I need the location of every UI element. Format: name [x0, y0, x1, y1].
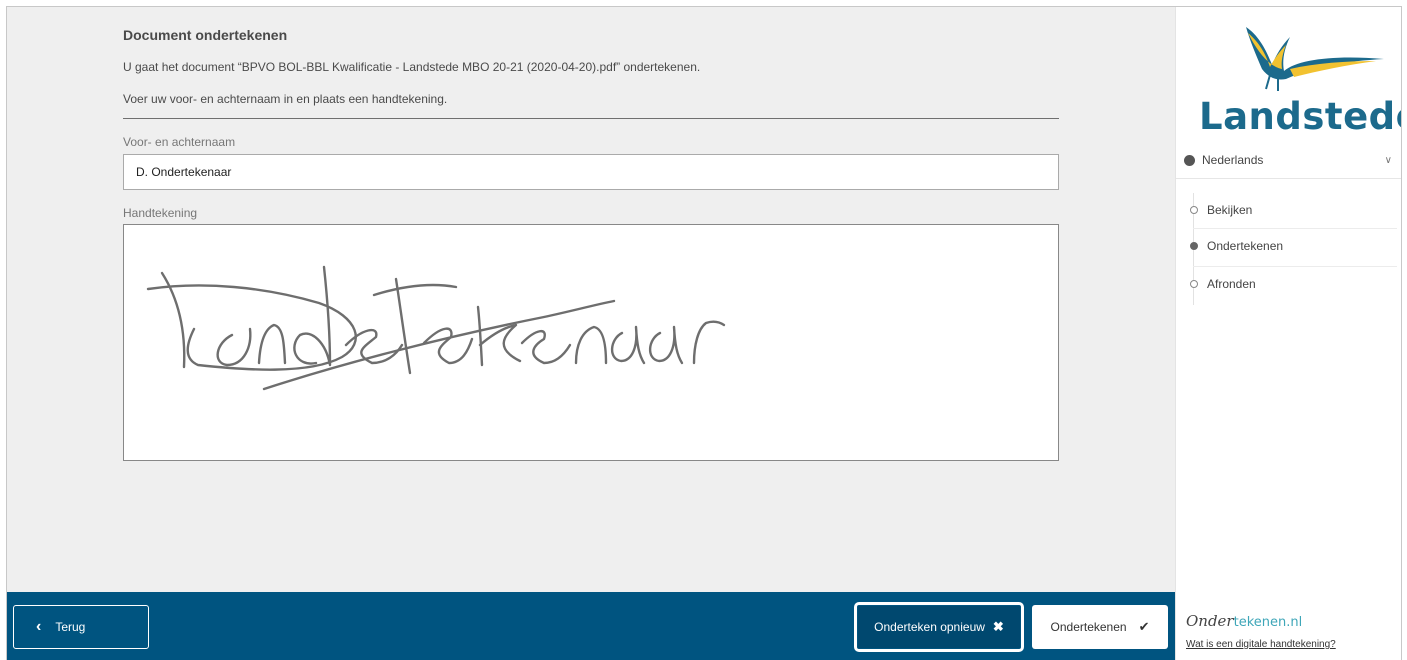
signature-label: Handtekening [123, 206, 198, 220]
brand-dark-text: Onder [1186, 612, 1234, 630]
step-indicator-icon [1190, 280, 1198, 288]
back-button-label: Terug [55, 620, 86, 634]
step-divider [1193, 228, 1397, 229]
instruction-text: Voer uw voor- en achternaam in en plaats… [123, 92, 448, 106]
step-label: Afronden [1207, 277, 1256, 291]
step-label: Ondertekenen [1207, 239, 1284, 253]
signature-drawing [146, 265, 726, 391]
language-selector[interactable]: Nederlands ∨ [1184, 145, 1396, 175]
back-button[interactable]: ‹ Terug [13, 605, 149, 649]
sign-button[interactable]: Ondertekenen ✔ [1032, 605, 1168, 649]
step-indicator-icon [1190, 206, 1198, 214]
chevron-down-icon: ∨ [1384, 154, 1392, 166]
name-label: Voor- en achternaam [123, 135, 236, 149]
step-sign: Ondertekenen [1190, 239, 1283, 253]
ondertekenen-brand-logo: Ondertekenen.nl [1186, 612, 1302, 630]
main-panel: Document ondertekenen U gaat het documen… [7, 7, 1175, 592]
document-description: U gaat het document “BPVO BOL-BBL Kwalif… [123, 60, 701, 74]
close-icon: ✖ [992, 619, 1004, 634]
chevron-left-icon: ‹ [36, 618, 42, 635]
digital-signature-help-link[interactable]: Wat is een digitale handtekening? [1186, 639, 1336, 650]
app-frame: Document ondertekenen U gaat het documen… [6, 6, 1402, 660]
sign-again-button[interactable]: Onderteken opnieuw ✖ [854, 602, 1024, 652]
checkmark-icon: ✔ [1138, 619, 1150, 634]
step-view: Bekijken [1190, 203, 1252, 217]
language-label: Nederlands [1202, 153, 1264, 167]
step-finish: Afronden [1190, 277, 1256, 291]
step-label: Bekijken [1207, 203, 1253, 217]
logo-text: Landstede [1199, 95, 1402, 138]
globe-icon [1184, 154, 1195, 166]
signature-pad[interactable] [123, 224, 1059, 461]
step-indicator-active-icon [1190, 242, 1198, 250]
sign-again-button-label: Onderteken opnieuw [874, 620, 985, 634]
step-divider [1193, 266, 1397, 267]
footer-bar: ‹ Terug Onderteken opnieuw ✖ Ondertekene… [7, 592, 1175, 660]
sidebar-divider [1176, 178, 1401, 179]
divider [123, 118, 1059, 119]
sidebar: Landstede Nederlands ∨ Bekijken Ondertek… [1175, 7, 1401, 660]
brand-light-text: tekenen.nl [1233, 615, 1303, 630]
name-input[interactable] [123, 154, 1059, 190]
bird-logo-icon [1246, 27, 1384, 91]
page-title: Document ondertekenen [123, 27, 288, 43]
landstede-logo: Landstede [1186, 15, 1401, 138]
sign-button-label: Ondertekenen [1050, 620, 1127, 634]
